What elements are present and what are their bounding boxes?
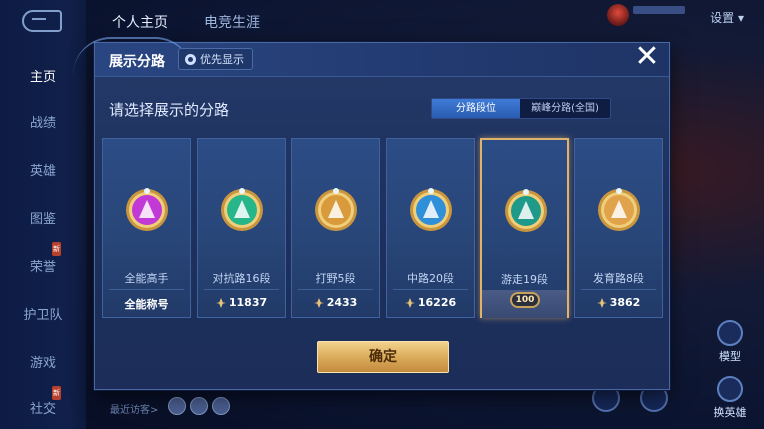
- tab-peak-lane[interactable]: 巅峰分路(全国): [520, 99, 610, 118]
- chevron-down-icon: ▾: [737, 11, 744, 25]
- visitor-avatar[interactable]: [168, 397, 186, 415]
- show-lane-dialog: 展示分路 优先显示 ✕ 请选择展示的分路 分路段位 巅峰分路(全国) 全能高手全…: [73, 37, 670, 390]
- change-hero-button[interactable]: 换英雄: [710, 376, 750, 420]
- lane-card-farm[interactable]: 发育路8段 3862: [574, 138, 663, 318]
- lane-score-icon: [215, 297, 226, 308]
- confirm-button[interactable]: 确定: [317, 341, 449, 373]
- lane-card-value-text: 11837: [228, 296, 268, 309]
- back-button[interactable]: [22, 10, 62, 32]
- lane-card-value-text: 16226: [417, 296, 457, 309]
- tab-esports-career[interactable]: 电竞生涯: [204, 12, 260, 32]
- lane-score-icon: [313, 297, 324, 308]
- recent-visitors-link[interactable]: 最近访客>: [110, 401, 158, 416]
- settings-button[interactable]: 设置 ▾: [710, 9, 744, 26]
- card-divider: [109, 289, 184, 290]
- close-button[interactable]: ✕: [630, 41, 664, 75]
- top-lane-badge-icon: [221, 188, 263, 231]
- card-divider: [204, 289, 279, 290]
- visitor-avatar[interactable]: [212, 397, 230, 415]
- jungle-badge-icon: [315, 188, 357, 231]
- lane-card-label: 游走19段: [501, 273, 548, 286]
- lane-card-value-text: 3862: [609, 296, 641, 309]
- all-round-badge-icon: [126, 188, 168, 231]
- lane-card-label: 全能高手: [124, 272, 169, 285]
- card-divider: [393, 289, 468, 290]
- lane-card-label: 打野5段: [315, 272, 356, 285]
- mid-lane-badge-icon: [410, 188, 452, 231]
- nav-item-heroes[interactable]: 英雄: [0, 160, 86, 179]
- gear-icon: [185, 53, 196, 65]
- nav-item-games[interactable]: 游戏: [0, 352, 86, 371]
- dialog-title: 展示分路: [109, 54, 165, 70]
- lane-card-mid[interactable]: 中路20段 16226: [386, 138, 475, 318]
- model-label: 模型: [719, 350, 741, 363]
- nav-item-guard[interactable]: 护卫队: [0, 304, 86, 323]
- model-icon: [717, 320, 743, 346]
- dialog-subtitle: 请选择展示的分路: [109, 101, 230, 119]
- nav-item-honor[interactable]: 荣誉: [0, 256, 86, 275]
- roam-badge-icon: [505, 189, 547, 232]
- lane-score-icon: [404, 297, 415, 308]
- lane-score-icon: [596, 297, 607, 308]
- lane-card-label: 发育路8段: [593, 272, 644, 285]
- change-hero-label: 换英雄: [713, 406, 747, 419]
- rank-medal: 100: [510, 292, 540, 308]
- lane-card-value-text: 2433: [326, 296, 358, 309]
- lane-card-value: 3862: [575, 296, 662, 309]
- dialog-header: 展示分路 优先显示 ✕: [73, 37, 669, 77]
- lane-card-value-text: 全能称号: [124, 298, 169, 311]
- farm-lane-badge-icon: [598, 188, 640, 231]
- lane-mode-toggle: 分路段位 巅峰分路(全国): [431, 98, 611, 119]
- card-divider: [298, 289, 373, 290]
- player-name-placeholder: [633, 6, 685, 14]
- avatar[interactable]: [607, 4, 629, 26]
- card-divider: [581, 289, 656, 290]
- change-hero-icon: [717, 376, 743, 402]
- new-badge: 新: [52, 242, 61, 256]
- priority-display-button[interactable]: 优先显示: [178, 48, 253, 70]
- nav-item-record[interactable]: 战绩: [0, 112, 86, 131]
- settings-label: 设置: [710, 11, 735, 25]
- tab-lane-rank[interactable]: 分路段位: [432, 99, 520, 118]
- visitor-avatar[interactable]: [190, 397, 208, 415]
- lane-card-all-round[interactable]: 全能高手 全能称号: [102, 138, 191, 318]
- lane-card-value: 2433: [292, 296, 379, 309]
- lane-card-value: 16226: [387, 296, 474, 309]
- tab-personal-home[interactable]: 个人主页: [112, 12, 168, 32]
- lane-card-label: 对抗路16段: [212, 272, 271, 285]
- lane-card-top[interactable]: 对抗路16段 11837: [197, 138, 286, 318]
- lane-card-roam[interactable]: 游走19段 100: [480, 138, 569, 318]
- lane-card-value: 全能称号: [103, 296, 190, 312]
- lane-card-value: 11837: [198, 296, 285, 309]
- model-button[interactable]: 模型: [710, 320, 750, 364]
- nav-item-gallery[interactable]: 图鉴: [0, 208, 86, 227]
- nav-item-social[interactable]: 社交: [0, 398, 86, 417]
- lane-card-jungle[interactable]: 打野5段 2433: [291, 138, 380, 318]
- priority-display-label: 优先显示: [200, 53, 244, 66]
- lane-card-label: 中路20段: [407, 272, 454, 285]
